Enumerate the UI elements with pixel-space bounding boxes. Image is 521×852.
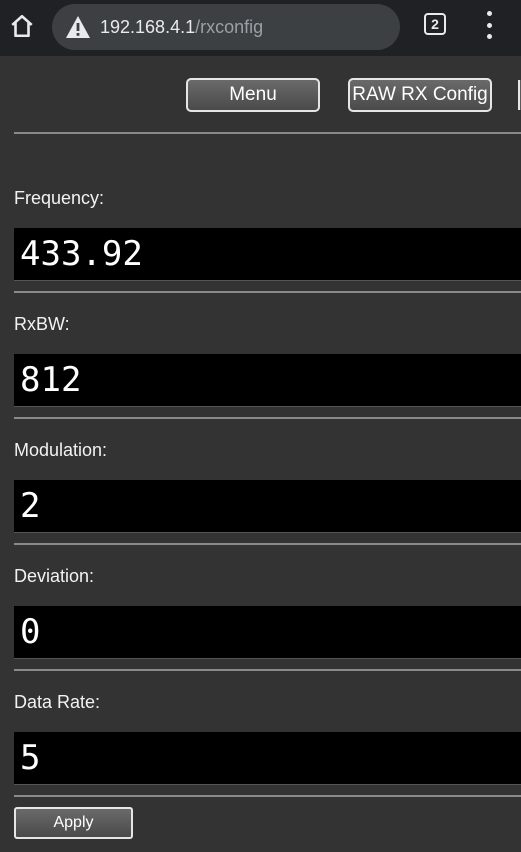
home-button[interactable] [6,10,38,42]
browser-toolbar: 192.168.4.1/rxconfig 2 [0,0,521,56]
tab-count: 2 [431,16,439,32]
url-text: 192.168.4.1/rxconfig [100,16,263,38]
data-rate-label: Data Rate: [14,692,101,712]
divider [14,417,521,419]
url-host: 192.168.4.1 [100,17,196,37]
warning-icon[interactable] [65,15,91,39]
deviation-input[interactable]: 0 [14,606,521,659]
divider [14,795,521,797]
divider [14,291,521,293]
overflow-dot [486,34,492,39]
tab-switcher-button[interactable]: 2 [424,13,446,35]
divider [14,543,521,545]
rxbw-input[interactable]: 812 [14,354,521,407]
overflow-dot [486,22,492,28]
deviation-label: Deviation: [14,566,95,586]
frequency-input[interactable]: 433.92 [14,228,521,281]
frequency-label: Frequency: [14,188,105,208]
menu-button[interactable]: Menu [186,78,320,112]
raw-rx-config-button[interactable]: RAW RX Config [348,78,492,112]
home-icon [11,14,33,38]
address-bar[interactable]: 192.168.4.1/rxconfig [52,4,400,50]
modulation-input[interactable]: 2 [14,480,521,533]
divider [14,132,521,134]
more-vert-icon[interactable] [478,11,500,39]
rxbw-label: RxBW: [14,314,70,334]
data-rate-input[interactable]: 5 [14,732,521,785]
apply-button[interactable]: Apply [14,807,133,839]
modulation-label: Modulation: [14,440,108,460]
divider [14,669,521,671]
url-path: /rxconfig [195,17,264,37]
overflow-dot [486,11,492,16]
